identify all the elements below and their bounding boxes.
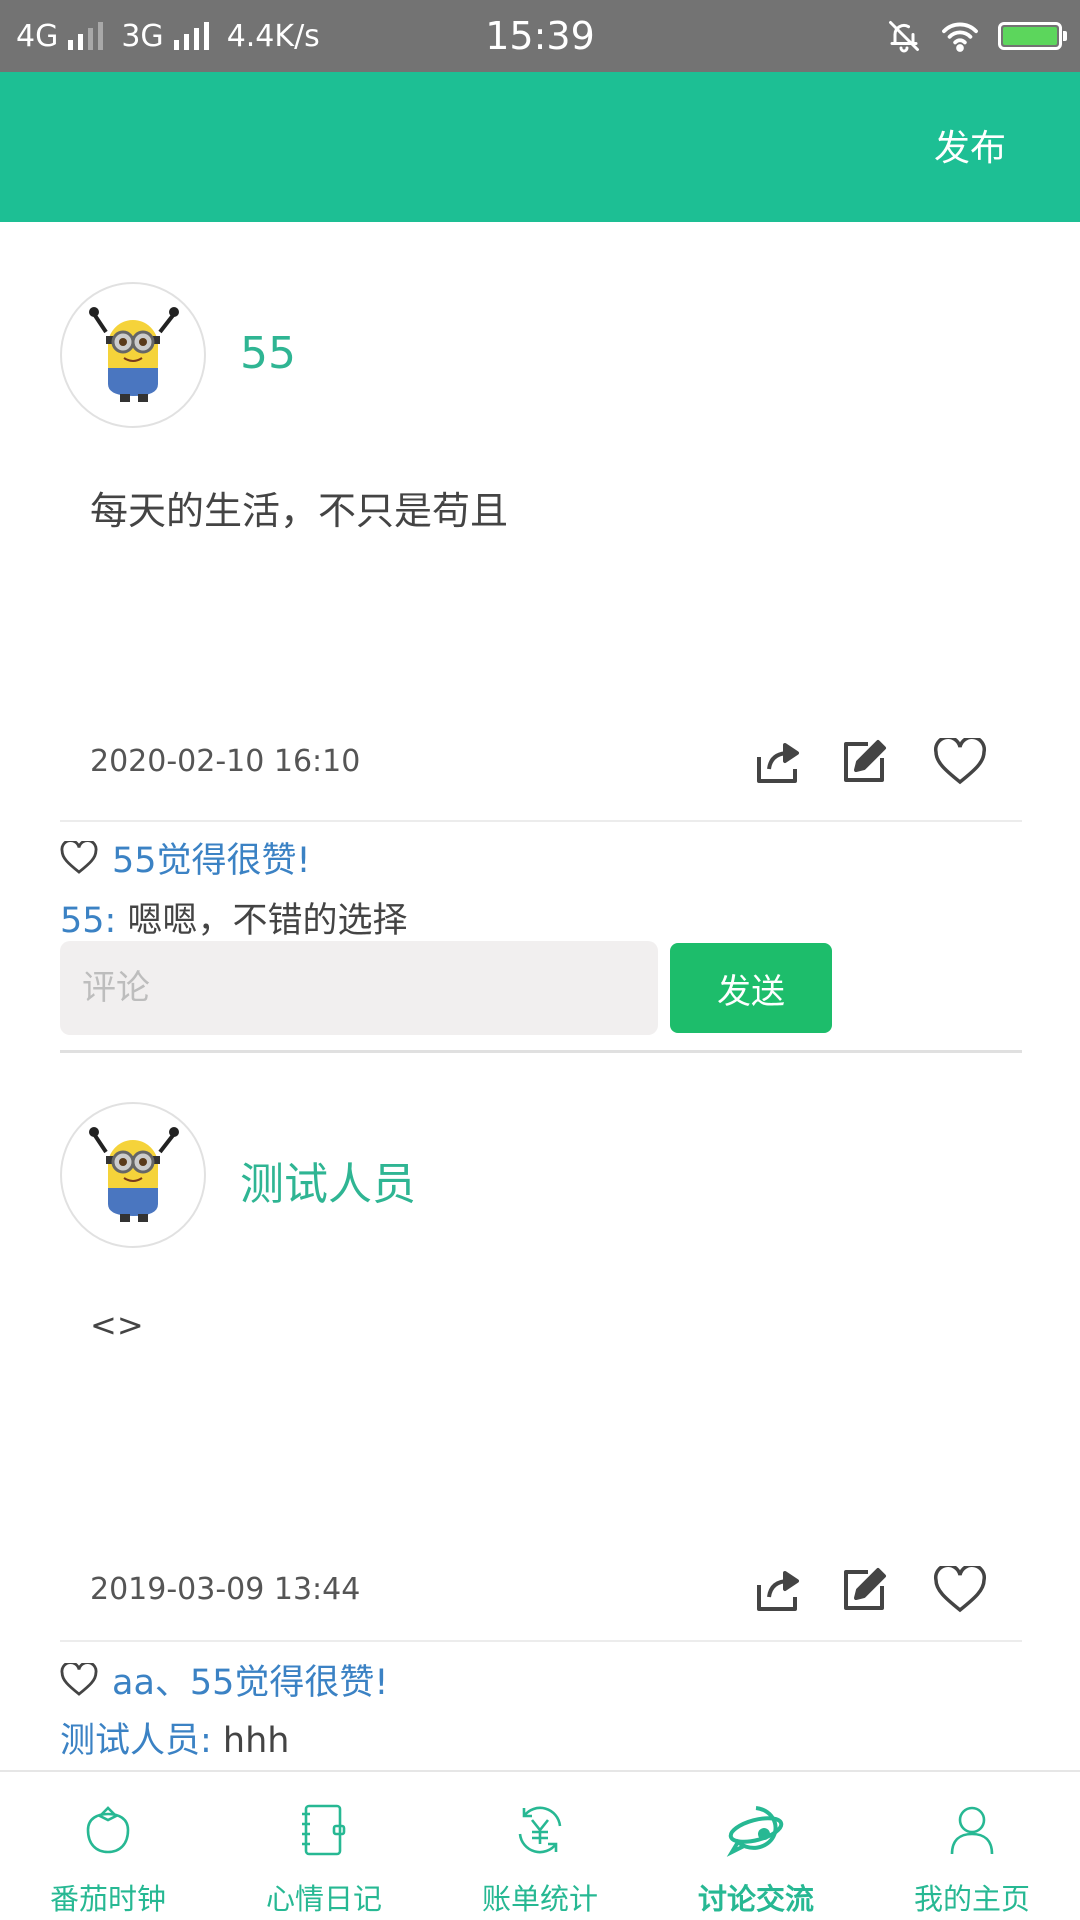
heart-icon [60, 1662, 98, 1696]
tab-my-home[interactable]: 我的主页 [864, 1772, 1080, 1920]
tab-label: 讨论交流 [697, 1882, 814, 1916]
minion-avatar-icon [89, 307, 179, 402]
tab-bill-stats[interactable]: 账单统计 [432, 1772, 648, 1920]
notebook-icon [302, 1804, 346, 1856]
heart-icon [934, 1566, 986, 1613]
tab-label: 账单统计 [481, 1882, 598, 1916]
tab-label: 我的主页 [913, 1882, 1030, 1916]
post-username[interactable]: 55 [240, 328, 296, 379]
edit-icon [844, 1568, 886, 1610]
tomato-icon [86, 1806, 130, 1854]
post-content: 每天的生活，不只是苟且 [90, 489, 509, 533]
comment-item: 55: 嗯嗯，不错的选择 [60, 892, 407, 943]
share-button[interactable] [750, 1562, 806, 1618]
likes-row: 55觉得很赞! [60, 832, 311, 883]
divider [60, 820, 1022, 822]
bell-mute-icon [889, 21, 919, 53]
bottom-tab-bar: 番茄时钟 心情日记 账单统计 讨论交流 我的主页 [0, 1770, 1080, 1920]
divider [60, 1640, 1022, 1642]
wifi-icon [942, 22, 978, 52]
tab-discussion[interactable]: 讨论交流 [648, 1772, 864, 1920]
comment-text: hhh [211, 1721, 290, 1761]
comment-input[interactable] [60, 941, 658, 1035]
send-button[interactable]: 发送 [670, 943, 832, 1033]
tab-pomodoro[interactable]: 番茄时钟 [0, 1772, 216, 1920]
minion-avatar-icon [89, 1127, 179, 1222]
post-datetime: 2019-03-09 13:44 [90, 1572, 361, 1607]
heart-icon [60, 840, 98, 874]
edit-icon [844, 740, 886, 782]
comment-author[interactable]: 测试人员: [60, 1721, 212, 1761]
avatar[interactable] [60, 282, 206, 428]
post-username[interactable]: 测试人员 [240, 1148, 416, 1212]
post-card: 测试人员 <> 2019-03-09 13:44 aa、55觉得很赞! 测试人员… [0, 1052, 1080, 1770]
share-button[interactable] [750, 734, 806, 790]
likes-text[interactable]: aa、55觉得很赞! [112, 1654, 388, 1705]
comment-text: 嗯嗯，不错的选择 [116, 901, 408, 941]
app-header: 发布 [0, 72, 1080, 222]
publish-button[interactable]: 发布 [934, 72, 1006, 222]
like-button[interactable] [932, 1562, 988, 1618]
likes-row: aa、55觉得很赞! [60, 1654, 388, 1705]
avatar[interactable] [60, 1102, 206, 1248]
status-right [886, 0, 1067, 72]
person-icon [950, 1806, 994, 1855]
battery-charging-icon [998, 22, 1067, 50]
like-button[interactable] [932, 734, 988, 790]
share-icon [757, 743, 799, 783]
status-bar: 4G 3G 4.4K/s 15:39 [0, 0, 1080, 72]
post-datetime: 2020-02-10 16:10 [90, 744, 361, 779]
post-content: <> [90, 1306, 144, 1344]
heart-icon [934, 738, 986, 785]
comment-author[interactable]: 55: [60, 901, 116, 941]
tab-label: 心情日记 [265, 1882, 382, 1916]
edit-button[interactable] [836, 1562, 892, 1618]
chat-bubble-icon [726, 1806, 784, 1857]
share-icon [757, 1571, 799, 1611]
edit-button[interactable] [836, 734, 892, 790]
tab-label: 番茄时钟 [49, 1882, 166, 1916]
likes-text[interactable]: 55觉得很赞! [112, 832, 311, 883]
post-card: 55 每天的生活，不只是苟且 2020-02-10 16:10 55觉得很赞! … [0, 222, 1080, 1053]
comment-item: 测试人员: hhh [60, 1712, 289, 1763]
tab-mood-diary[interactable]: 心情日记 [216, 1772, 432, 1920]
yuan-refresh-icon [518, 1806, 562, 1854]
